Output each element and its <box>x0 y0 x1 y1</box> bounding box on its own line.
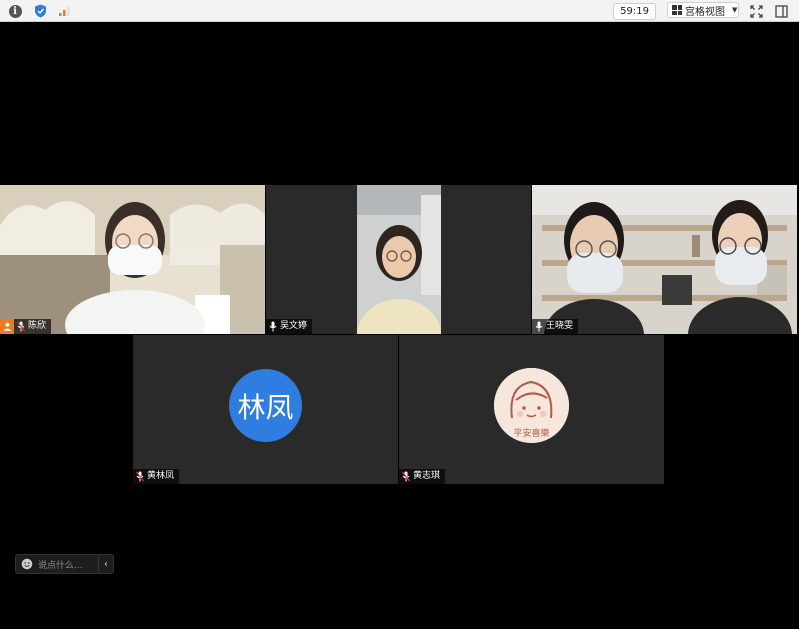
top-toolbar: i 59:19 宫格视图 ▼ <box>0 0 799 22</box>
avatar: 林凤 <box>229 369 302 442</box>
participant-nametag: 王晓雯 <box>532 319 579 334</box>
participant-name: 王晓雯 <box>546 321 574 331</box>
network-signal-icon[interactable] <box>56 3 72 19</box>
participant-name: 黄林凤 <box>147 471 175 481</box>
participant-nametag: 吴文婷 <box>266 319 313 334</box>
avatar: 平安喜樂 <box>494 368 569 443</box>
mic-icon <box>535 321 543 332</box>
mic-muted-icon <box>17 321 25 332</box>
video-feed <box>266 185 531 334</box>
participant-name: 吴文婷 <box>280 321 308 331</box>
view-mode-label: 宫格视图 <box>685 6 725 18</box>
view-mode-button[interactable]: 宫格视图 ▼ <box>667 2 739 18</box>
caret-down-icon: ▼ <box>732 6 738 14</box>
video-tile[interactable]: 林凤 黄林凤 <box>133 335 398 484</box>
mic-muted-icon <box>402 471 410 482</box>
mic-icon <box>269 321 277 332</box>
meeting-timer: 59:19 <box>613 3 656 20</box>
participant-nametag: 陈欣 <box>0 319 52 334</box>
video-tile-active-speaker[interactable]: 王晓雯 <box>532 185 797 334</box>
info-icon[interactable]: i <box>7 3 23 19</box>
video-feed <box>532 185 797 334</box>
fullscreen-icon[interactable] <box>748 3 764 19</box>
collapse-chevron-icon[interactable]: ‹ <box>99 559 113 570</box>
emoji-icon[interactable] <box>21 558 33 570</box>
side-panel-icon[interactable] <box>773 3 789 19</box>
video-tile[interactable]: 吴文婷 <box>266 185 531 334</box>
avatar-illustration: 平安喜樂 <box>494 368 569 443</box>
participant-name: 黄志琪 <box>413 471 441 481</box>
grid-view-icon <box>672 5 682 15</box>
video-feed <box>0 185 265 334</box>
shield-icon[interactable] <box>32 3 48 19</box>
mic-muted-icon <box>136 471 144 482</box>
host-icon <box>0 319 14 334</box>
participant-nametag: 黄林凤 <box>133 469 180 484</box>
video-tile[interactable]: 平安喜樂 黄志琪 <box>399 335 664 484</box>
chat-placeholder: 说点什么... <box>38 560 83 571</box>
video-tile[interactable]: 陈欣 <box>0 185 265 334</box>
participant-nametag: 黄志琪 <box>399 469 446 484</box>
chat-input[interactable]: 说点什么... ‹ <box>15 554 114 574</box>
avatar-lettering: 平安喜樂 <box>513 427 549 439</box>
participant-name: 陈欣 <box>28 321 47 331</box>
